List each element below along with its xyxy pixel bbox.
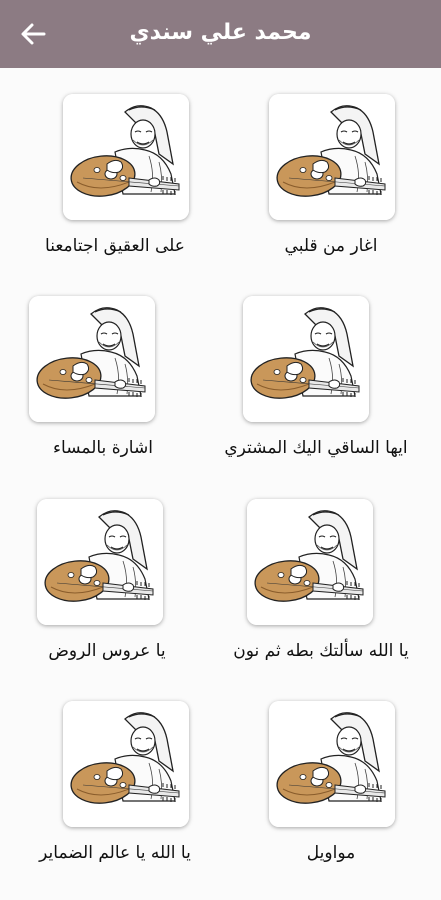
oud-player-icon [37, 499, 163, 625]
oud-player-icon [269, 94, 395, 220]
song-thumbnail[interactable] [247, 499, 373, 625]
oud-player-icon [63, 701, 189, 827]
song-tile[interactable]: مواويل [221, 701, 441, 863]
oud-player-icon [63, 94, 189, 220]
song-tile[interactable]: ايها الساقي اليك المشتري [221, 296, 441, 458]
oud-player-icon [243, 296, 369, 422]
song-tile[interactable]: يا الله يا عالم الضماير [15, 701, 215, 863]
song-title: يا عروس الروض [48, 641, 166, 661]
song-thumbnail[interactable] [243, 296, 369, 422]
oud-player-icon [247, 499, 373, 625]
song-thumbnail[interactable] [63, 94, 189, 220]
oud-player-icon [29, 296, 155, 422]
song-thumbnail[interactable] [29, 296, 155, 422]
song-tile[interactable]: يا عروس الروض [15, 499, 215, 661]
page-title: محمد علي سندي [129, 20, 312, 45]
song-tile[interactable]: على العقيق اجتامعنا [15, 94, 215, 256]
oud-player-icon [269, 701, 395, 827]
song-thumbnail[interactable] [37, 499, 163, 625]
song-thumbnail[interactable] [269, 701, 395, 827]
song-title: يا الله يا عالم الضماير [39, 843, 191, 863]
song-title: على العقيق اجتامعنا [45, 236, 185, 256]
song-title: اشارة بالمساء [53, 438, 153, 458]
song-thumbnail[interactable] [63, 701, 189, 827]
song-tile[interactable]: يا الله سألتك بطه ثم نون [221, 499, 441, 661]
song-grid: اغار من قلبي على العقيق اجتامعنا ايها ال… [0, 68, 441, 900]
app-bar: محمد علي سندي [0, 0, 441, 68]
song-title: مواويل [306, 843, 356, 863]
song-thumbnail[interactable] [269, 94, 395, 220]
song-tile[interactable]: اشارة بالمساء [15, 296, 215, 458]
song-title: اغار من قلبي [284, 236, 378, 256]
song-title: يا الله سألتك بطه ثم نون [233, 641, 409, 661]
song-title: ايها الساقي اليك المشتري [224, 438, 408, 458]
song-tile[interactable]: اغار من قلبي [221, 94, 441, 256]
